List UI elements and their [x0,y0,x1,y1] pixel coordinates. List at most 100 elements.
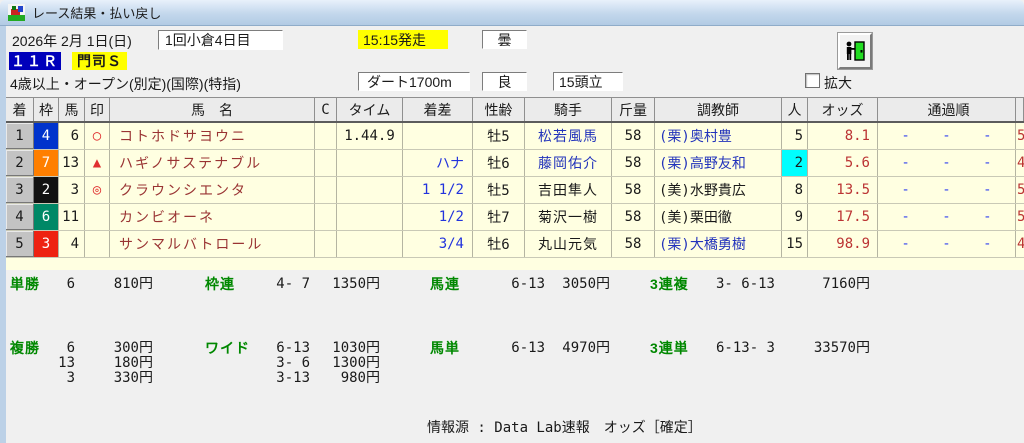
payout-combo: 3 [48,371,75,386]
horse-name: ハギノサステナブル [110,150,315,176]
payout-combo: 4- 7 [255,277,310,292]
finish-pos: 3 [6,177,34,203]
table-row: 3 2 3 ◎ クラウンシエンタ 1 1/2 牡5 吉田隼人 58 (美)水野貴… [6,177,1024,204]
pick-mark [85,204,110,230]
payout-amount: 7160円 [775,277,870,292]
payout-combo: 3- 6 [255,356,310,371]
horse-name: カンビオーネ [110,204,315,230]
payout-combo: 6-13 [255,341,310,356]
payout-amount: 300円 [75,341,153,356]
horse-number: 3 [59,177,85,203]
horse-number: 11 [59,204,85,230]
clipped-cell: 4 [1016,150,1024,176]
sex-age-cell: 牡5 [473,177,525,203]
margin-cell: ハナ [403,150,473,176]
payout-fukusho: 複勝 6 300円 13 180円 3 330円 [10,341,153,386]
col-jockey: 騎手 [525,98,612,121]
col-margin: 着差 [403,98,473,121]
time-cell [337,177,403,203]
trainer-cell: (栗)奥村豊 [655,123,782,149]
odds-cell: 17.5 [808,204,878,230]
race-number-badge: １１Ｒ [9,52,61,70]
time-cell [337,231,403,257]
popularity-cell: 8 [782,177,808,203]
jockey-cell: 藤岡佑介 [525,150,612,176]
sex-age-cell: 牡7 [473,204,525,230]
jockey-cell: 菊沢一樹 [525,204,612,230]
col-sex-age: 性齢 [473,98,525,121]
payout-combo: 13 [48,356,75,371]
payout-combo: 3-13 [255,371,310,386]
finish-pos: 2 [6,150,34,176]
finish-pos: 5 [6,231,34,257]
trainer-cell: (美)水野貴広 [655,177,782,203]
payout-umaren: 馬連 6-13 3050円 [430,277,610,292]
payout-wide: ワイド 6-13 1030円 3- 6 1300円 3-13 980円 [205,341,380,386]
expand-checkbox[interactable] [805,73,820,88]
payout-amount: 3050円 [545,277,610,292]
meeting-field: 1回小倉4日目 [158,30,283,50]
payout-amount: 4970円 [545,341,610,356]
clipped-cell: 4 [1016,231,1024,257]
weather-field: 曇 [482,30,527,49]
exit-button[interactable] [838,33,872,69]
payout-amount: 1030円 [310,341,380,356]
race-conditions: 4歳以上・オープン(別定)(国際)(特指) [10,74,241,94]
margin-cell: 1 1/2 [403,177,473,203]
finish-pos: 1 [6,123,34,149]
pick-mark: ○ [85,123,110,149]
horse-number: 6 [59,123,85,149]
table-row: 1 4 6 ○ コトホドサヨウニ 1.44.9 牡5 松若風馬 58 (栗)奥村… [6,123,1024,150]
col-horse-no: 馬 [59,98,85,121]
payout-type-label: ワイド [205,341,255,356]
weight-cell: 58 [612,123,655,149]
col-odds: オッズ [808,98,878,121]
payout-combo: 3- 6-13 [698,277,775,292]
weight-cell: 58 [612,150,655,176]
start-time-label: 15:15発走 [358,30,448,49]
sex-age-cell: 牡5 [473,123,525,149]
corner-cell [315,150,337,176]
payout-type-label: 枠連 [205,277,255,292]
course-field: ダート1700m [358,72,470,91]
payout-amount: 810円 [75,277,153,292]
margin-cell: 3/4 [403,231,473,257]
payout-type-label: 馬単 [430,341,490,356]
sex-age-cell: 牡6 [473,231,525,257]
payout-amount: 980円 [310,371,380,386]
horse-name: クラウンシエンタ [110,177,315,203]
weight-cell: 58 [612,177,655,203]
table-row: 2 7 13 ▲ ハギノサステナブル ハナ 牡6 藤岡佑介 58 (栗)高野友和… [6,150,1024,177]
payout-combo: 6-13 [490,277,545,292]
results-table-header: 着 枠 馬 印 馬 名 C タイム 着差 性齢 騎手 斤量 調教師 人 オッズ … [6,97,1024,123]
popularity-cell: 15 [782,231,808,257]
payout-sanrentan: 3連単 6-13- 3 33570円 [650,341,870,356]
payout-umatan: 馬単 6-13 4970円 [430,341,610,356]
col-passing: 通過順 [878,98,1016,121]
trainer-cell: (栗)大橋勇樹 [655,231,782,257]
frame-badge: 7 [34,150,59,176]
clipped-cell: 5 [1016,177,1024,203]
table-row: 4 6 11 カンビオーネ 1/2 牡7 菊沢一樹 58 (美)栗田徹 9 17… [6,204,1024,231]
race-name-label: 門司Ｓ [72,52,127,70]
frame-badge: 4 [34,123,59,149]
table-empty-strip [6,258,1024,270]
corner-cell [315,204,337,230]
payout-combo: 6 [48,277,75,292]
title-bar: レース結果・払い戻し [0,0,1024,26]
payout-type-label: 3連複 [650,277,698,292]
pick-mark: ▲ [85,150,110,176]
race-result-window: レース結果・払い戻し 2026年 2月 1日(日) 1回小倉4日目 15:15発… [0,0,1024,443]
finish-pos: 4 [6,204,34,230]
margin-cell [403,123,473,149]
payout-tansho: 単勝 6 810円 [10,277,153,292]
clipped-cell: 5 [1016,123,1024,149]
payout-amount: 330円 [75,371,153,386]
col-mark: 印 [85,98,110,121]
frame-badge: 6 [34,204,59,230]
horse-number: 4 [59,231,85,257]
corner-cell [315,177,337,203]
pick-mark [85,231,110,257]
col-corner: C [315,98,337,121]
weight-cell: 58 [612,231,655,257]
